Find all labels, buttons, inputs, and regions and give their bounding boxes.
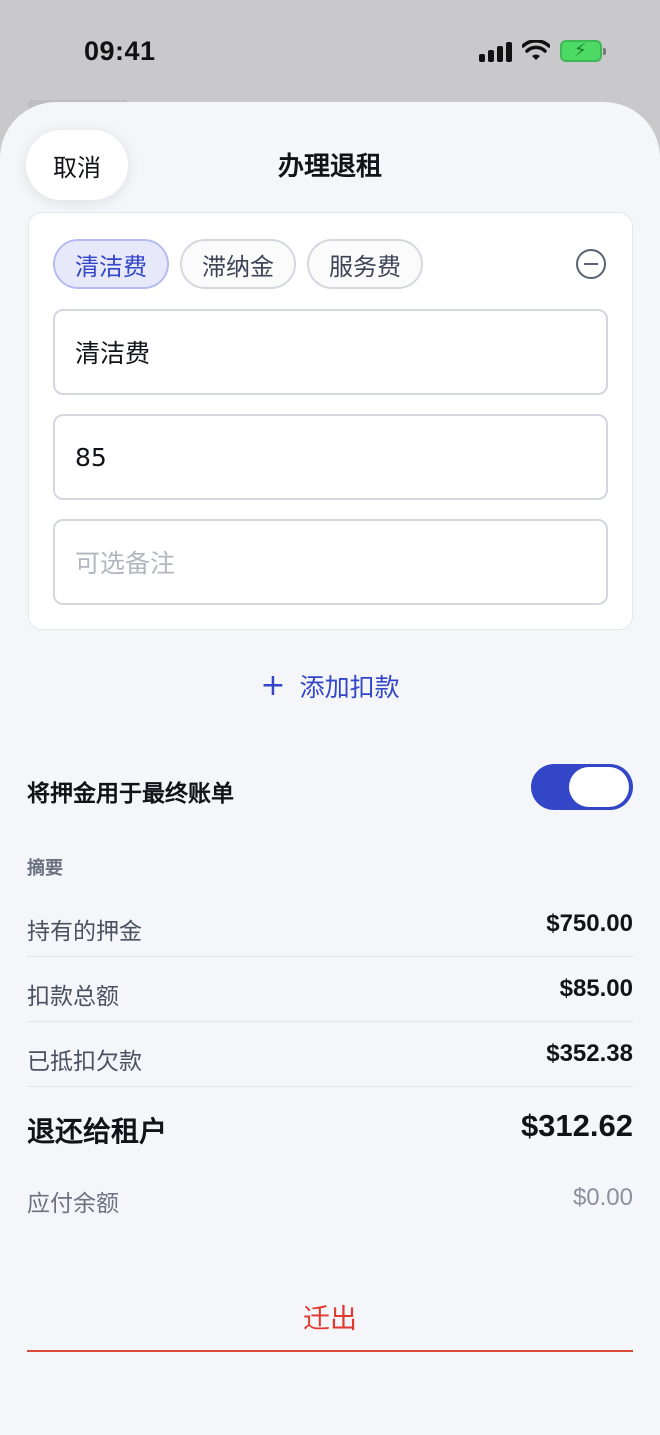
summary-label: 持有的押金 bbox=[27, 919, 142, 945]
deduction-type-chips: 清洁费 滞纳金 服务费 bbox=[53, 239, 423, 289]
summary-label: 已抵扣欠款 bbox=[27, 1049, 142, 1075]
refund-row: 退还给租户 $312.62 bbox=[27, 1104, 633, 1154]
summary-value: $352.38 bbox=[546, 1040, 633, 1067]
status-time: 09:41 bbox=[84, 36, 156, 66]
add-deduction-button[interactable]: + 添加扣款 bbox=[0, 668, 660, 704]
balance-label: 应付余额 bbox=[27, 1191, 119, 1217]
page-title: 办理退租 bbox=[277, 152, 382, 182]
summary-label: 扣款总额 bbox=[27, 984, 119, 1010]
toggle-knob bbox=[569, 767, 629, 807]
balance-due-row: 应付余额 $0.00 bbox=[27, 1184, 633, 1224]
refund-value: $312.62 bbox=[520, 1108, 633, 1143]
summary-row-deposit-held: 持有的押金 $750.00 bbox=[27, 892, 633, 957]
chip-cleaning-fee[interactable]: 清洁费 bbox=[53, 239, 169, 289]
deduction-amount-field[interactable]: 85 bbox=[53, 414, 608, 500]
add-deduction-label: 添加扣款 bbox=[299, 673, 400, 702]
summary-value: $750.00 bbox=[546, 910, 633, 937]
apply-deposit-toggle[interactable] bbox=[531, 764, 633, 810]
summary-heading: 摘要 bbox=[27, 858, 63, 879]
apply-deposit-row: 将押金用于最终账单 bbox=[27, 764, 633, 812]
summary-row-applied-to-arrears: 已抵扣欠款 $352.38 bbox=[27, 1022, 633, 1087]
move-out-button[interactable]: 迁出 bbox=[27, 1282, 633, 1352]
wifi-icon bbox=[522, 40, 550, 60]
status-bar: 09:41 ⚡ bbox=[0, 0, 660, 100]
apply-deposit-label: 将押金用于最终账单 bbox=[27, 781, 234, 807]
status-icons: ⚡ bbox=[479, 40, 606, 62]
chip-late-fee[interactable]: 滞纳金 bbox=[180, 239, 296, 289]
battery-charging-icon: ⚡ bbox=[560, 40, 606, 62]
deduction-card: 清洁费 滞纳金 服务费 清洁费 85 可选备注 bbox=[28, 212, 633, 630]
deduction-name-field[interactable]: 清洁费 bbox=[53, 309, 608, 395]
sheet-header: 取消 办理退租 bbox=[0, 102, 660, 212]
deduction-note-field[interactable]: 可选备注 bbox=[53, 519, 608, 605]
plus-icon: + bbox=[260, 668, 286, 703]
chip-service-fee[interactable]: 服务费 bbox=[307, 239, 423, 289]
remove-deduction-icon[interactable] bbox=[576, 249, 606, 279]
refund-label: 退还给租户 bbox=[27, 1115, 168, 1148]
balance-value: $0.00 bbox=[572, 1184, 633, 1211]
summary-row-total-deductions: 扣款总额 $85.00 bbox=[27, 957, 633, 1022]
cellular-signal-icon bbox=[479, 40, 512, 62]
move-out-sheet: 取消 办理退租 清洁费 滞纳金 服务费 清洁费 85 可选备注 + 添加扣款 将… bbox=[0, 102, 660, 1435]
summary-value: $85.00 bbox=[559, 975, 633, 1002]
